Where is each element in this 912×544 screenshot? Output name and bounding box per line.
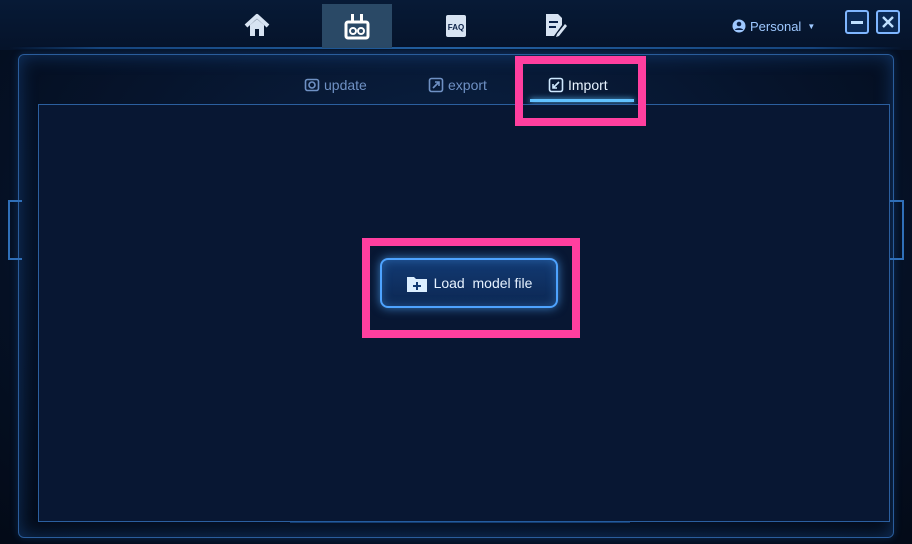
top-bar: FAQ Personal ▼ (0, 0, 912, 50)
minimize-icon (851, 20, 863, 24)
remote-controller-icon (344, 14, 370, 40)
nav-home-button[interactable] (222, 4, 292, 48)
load-model-file-label: Load model file (433, 275, 533, 291)
nav-faq-button[interactable]: FAQ (421, 4, 491, 48)
chevron-down-icon: ▼ (807, 21, 816, 31)
content-panel (38, 104, 890, 522)
tab-import-label: Import (568, 77, 608, 93)
close-icon (882, 16, 894, 28)
nav-remote-button[interactable] (322, 4, 392, 48)
frame-left-ornament (8, 200, 22, 260)
import-icon (548, 77, 564, 93)
close-button[interactable] (876, 10, 900, 34)
tab-export[interactable]: export (428, 72, 487, 98)
home-icon (244, 14, 270, 36)
notes-edit-icon (546, 14, 567, 37)
frame-right-ornament (890, 200, 904, 260)
app-window: FAQ Personal ▼ update export Import Load… (0, 0, 912, 544)
account-label: Personal (750, 18, 802, 34)
load-model-file-button[interactable]: Load model file (380, 258, 558, 308)
tab-update[interactable]: update (304, 72, 367, 98)
nav-notes-button[interactable] (520, 4, 590, 48)
tab-import[interactable]: Import (548, 72, 608, 98)
account-menu[interactable]: Personal ▼ (732, 16, 815, 36)
tab-export-label: export (448, 77, 487, 93)
user-circle-icon (732, 19, 746, 33)
active-tab-indicator (530, 99, 634, 102)
export-icon (428, 77, 444, 93)
update-icon (304, 78, 320, 92)
svg-text:FAQ: FAQ (448, 23, 464, 32)
minimize-button[interactable] (845, 10, 869, 34)
folder-add-icon (406, 277, 427, 292)
tab-update-label: update (324, 77, 367, 93)
bottom-ornament (290, 521, 630, 531)
faq-icon: FAQ (446, 15, 466, 37)
